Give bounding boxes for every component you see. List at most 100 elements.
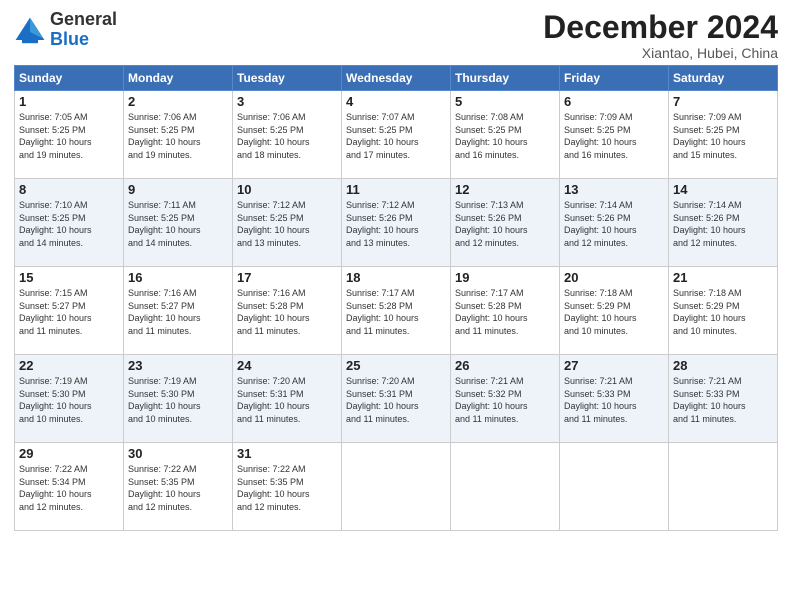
- day-info: Sunrise: 7:21 AM Sunset: 5:32 PM Dayligh…: [455, 375, 555, 425]
- calendar-cell: 28Sunrise: 7:21 AM Sunset: 5:33 PM Dayli…: [669, 355, 778, 443]
- day-info: Sunrise: 7:08 AM Sunset: 5:25 PM Dayligh…: [455, 111, 555, 161]
- calendar-table: Sunday Monday Tuesday Wednesday Thursday…: [14, 65, 778, 531]
- day-info: Sunrise: 7:09 AM Sunset: 5:25 PM Dayligh…: [673, 111, 773, 161]
- day-number: 17: [237, 270, 337, 285]
- calendar-cell: 27 Sunrise: 7:21 AM Sunset: 5:33 PM Dayli…: [560, 355, 669, 443]
- day-number: 19: [455, 270, 555, 285]
- calendar-cell: 19 Sunrise: 7:17 AM Sunset: 5:28 PM Dayli…: [451, 267, 560, 355]
- col-monday: Monday: [124, 66, 233, 91]
- calendar-cell: 8 Sunrise: 7:10 AM Sunset: 5:25 PM Daylig…: [15, 179, 124, 267]
- calendar-cell: 6 Sunrise: 7:09 AM Sunset: 5:25 PM Daylig…: [560, 91, 669, 179]
- calendar-cell: 14 Sunrise: 7:14 AM Sunset: 5:26 PM Dayli…: [669, 179, 778, 267]
- day-info: Sunrise: 7:21 AM Sunset: 5:33 PM Dayligh…: [673, 375, 773, 425]
- col-thursday: Thursday: [451, 66, 560, 91]
- day-number: 5: [455, 94, 555, 109]
- calendar-cell: 1 Sunrise: 7:05 AM Sunset: 5:25 PM Daylig…: [15, 91, 124, 179]
- logo-general: General: [50, 9, 117, 29]
- calendar-cell: 26Sunrise: 7:21 AM Sunset: 5:32 PM Dayli…: [451, 355, 560, 443]
- day-info: Sunrise: 7:20 AM Sunset: 5:31 PM Dayligh…: [346, 375, 446, 425]
- day-info: Sunrise: 7:13 AM Sunset: 5:26 PM Dayligh…: [455, 199, 555, 249]
- calendar-cell: 7 Sunrise: 7:09 AM Sunset: 5:25 PM Daylig…: [669, 91, 778, 179]
- day-info: Sunrise: 7:16 AM Sunset: 5:27 PM Dayligh…: [128, 287, 228, 337]
- day-number: 31: [237, 446, 337, 461]
- calendar-cell: 12 Sunrise: 7:13 AM Sunset: 5:26 PM Dayli…: [451, 179, 560, 267]
- day-info: Sunrise: 7:06 AM Sunset: 5:25 PM Dayligh…: [237, 111, 337, 161]
- calendar-cell: 24 Sunrise: 7:20 AM Sunset: 5:31 PM Dayli…: [233, 355, 342, 443]
- calendar-cell: 30Sunrise: 7:22 AM Sunset: 5:35 PM Dayli…: [124, 443, 233, 531]
- day-info: Sunrise: 7:19 AM Sunset: 5:30 PM Dayligh…: [128, 375, 228, 425]
- calendar-cell: [342, 443, 451, 531]
- calendar-cell: 17 Sunrise: 7:16 AM Sunset: 5:28 PM Dayli…: [233, 267, 342, 355]
- month-title: December 2024: [543, 10, 778, 45]
- day-number: 9: [128, 182, 228, 197]
- calendar-cell: 31 Sunrise: 7:22 AM Sunset: 5:35 PM Dayli…: [233, 443, 342, 531]
- day-number: 7: [673, 94, 773, 109]
- calendar-cell: 29 Sunrise: 7:22 AM Sunset: 5:34 PM Dayli…: [15, 443, 124, 531]
- col-tuesday: Tuesday: [233, 66, 342, 91]
- calendar-week-5: 29 Sunrise: 7:22 AM Sunset: 5:34 PM Dayli…: [15, 443, 778, 531]
- logo-blue: Blue: [50, 29, 89, 49]
- calendar-cell: 25Sunrise: 7:20 AM Sunset: 5:31 PM Dayli…: [342, 355, 451, 443]
- day-number: 6: [564, 94, 664, 109]
- calendar-cell: [560, 443, 669, 531]
- day-number: 8: [19, 182, 119, 197]
- day-info: Sunrise: 7:22 AM Sunset: 5:35 PM Dayligh…: [128, 463, 228, 513]
- calendar-cell: 13 Sunrise: 7:14 AM Sunset: 5:26 PM Dayli…: [560, 179, 669, 267]
- calendar-week-3: 15 Sunrise: 7:15 AM Sunset: 5:27 PM Dayli…: [15, 267, 778, 355]
- col-friday: Friday: [560, 66, 669, 91]
- day-info: Sunrise: 7:16 AM Sunset: 5:28 PM Dayligh…: [237, 287, 337, 337]
- day-info: Sunrise: 7:22 AM Sunset: 5:35 PM Dayligh…: [237, 463, 337, 513]
- day-info: Sunrise: 7:12 AM Sunset: 5:26 PM Dayligh…: [346, 199, 446, 249]
- day-info: Sunrise: 7:05 AM Sunset: 5:25 PM Dayligh…: [19, 111, 119, 161]
- day-number: 27: [564, 358, 664, 373]
- day-number: 23: [128, 358, 228, 373]
- day-info: Sunrise: 7:17 AM Sunset: 5:28 PM Dayligh…: [455, 287, 555, 337]
- header: General Blue December 2024 Xiantao, Hube…: [14, 10, 778, 61]
- calendar-cell: 9Sunrise: 7:11 AM Sunset: 5:25 PM Daylig…: [124, 179, 233, 267]
- day-number: 15: [19, 270, 119, 285]
- day-number: 24: [237, 358, 337, 373]
- title-area: December 2024 Xiantao, Hubei, China: [543, 10, 778, 61]
- logo: General Blue: [14, 10, 117, 50]
- logo-text: General Blue: [50, 10, 117, 50]
- calendar-week-1: 1 Sunrise: 7:05 AM Sunset: 5:25 PM Daylig…: [15, 91, 778, 179]
- logo-icon: [14, 16, 46, 44]
- day-number: 1: [19, 94, 119, 109]
- calendar-week-2: 8 Sunrise: 7:10 AM Sunset: 5:25 PM Daylig…: [15, 179, 778, 267]
- day-info: Sunrise: 7:10 AM Sunset: 5:25 PM Dayligh…: [19, 199, 119, 249]
- calendar-cell: 20Sunrise: 7:18 AM Sunset: 5:29 PM Dayli…: [560, 267, 669, 355]
- calendar-cell: 3 Sunrise: 7:06 AM Sunset: 5:25 PM Daylig…: [233, 91, 342, 179]
- day-info: Sunrise: 7:15 AM Sunset: 5:27 PM Dayligh…: [19, 287, 119, 337]
- col-wednesday: Wednesday: [342, 66, 451, 91]
- day-number: 13: [564, 182, 664, 197]
- day-info: Sunrise: 7:22 AM Sunset: 5:34 PM Dayligh…: [19, 463, 119, 513]
- day-info: Sunrise: 7:14 AM Sunset: 5:26 PM Dayligh…: [564, 199, 664, 249]
- day-info: Sunrise: 7:09 AM Sunset: 5:25 PM Dayligh…: [564, 111, 664, 161]
- day-info: Sunrise: 7:21 AM Sunset: 5:33 PM Dayligh…: [564, 375, 664, 425]
- day-number: 3: [237, 94, 337, 109]
- calendar-cell: 4Sunrise: 7:07 AM Sunset: 5:25 PM Daylig…: [342, 91, 451, 179]
- col-saturday: Saturday: [669, 66, 778, 91]
- day-number: 18: [346, 270, 446, 285]
- day-number: 10: [237, 182, 337, 197]
- day-number: 14: [673, 182, 773, 197]
- calendar-cell: [669, 443, 778, 531]
- calendar-cell: 11Sunrise: 7:12 AM Sunset: 5:26 PM Dayli…: [342, 179, 451, 267]
- day-info: Sunrise: 7:20 AM Sunset: 5:31 PM Dayligh…: [237, 375, 337, 425]
- day-info: Sunrise: 7:17 AM Sunset: 5:28 PM Dayligh…: [346, 287, 446, 337]
- calendar-cell: 2Sunrise: 7:06 AM Sunset: 5:25 PM Daylig…: [124, 91, 233, 179]
- calendar-cell: 22 Sunrise: 7:19 AM Sunset: 5:30 PM Dayli…: [15, 355, 124, 443]
- day-number: 29: [19, 446, 119, 461]
- day-number: 12: [455, 182, 555, 197]
- day-info: Sunrise: 7:12 AM Sunset: 5:25 PM Dayligh…: [237, 199, 337, 249]
- calendar-cell: 16Sunrise: 7:16 AM Sunset: 5:27 PM Dayli…: [124, 267, 233, 355]
- day-info: Sunrise: 7:18 AM Sunset: 5:29 PM Dayligh…: [564, 287, 664, 337]
- calendar-cell: 10 Sunrise: 7:12 AM Sunset: 5:25 PM Dayli…: [233, 179, 342, 267]
- day-info: Sunrise: 7:07 AM Sunset: 5:25 PM Dayligh…: [346, 111, 446, 161]
- day-info: Sunrise: 7:19 AM Sunset: 5:30 PM Dayligh…: [19, 375, 119, 425]
- calendar-cell: 18 Sunrise: 7:17 AM Sunset: 5:28 PM Dayli…: [342, 267, 451, 355]
- day-number: 22: [19, 358, 119, 373]
- day-info: Sunrise: 7:14 AM Sunset: 5:26 PM Dayligh…: [673, 199, 773, 249]
- day-number: 21: [673, 270, 773, 285]
- calendar-cell: [451, 443, 560, 531]
